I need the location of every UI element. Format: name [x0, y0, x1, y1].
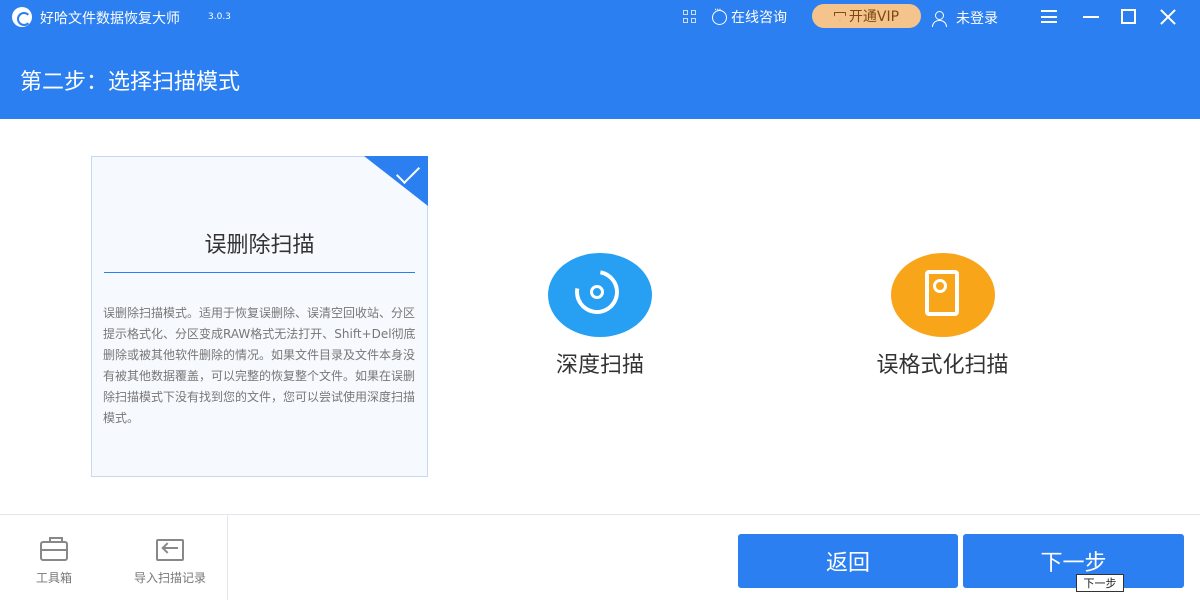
toolbox-button[interactable]: 工具箱 [26, 537, 82, 586]
online-consult-button[interactable]: 在线咨询 [712, 5, 787, 26]
format-scan-icon [890, 253, 995, 337]
user-icon [932, 10, 947, 27]
deep-scan-label: 深度扫描 [555, 353, 644, 378]
next-button[interactable]: 下一步 [963, 534, 1184, 588]
format-scan-label: 误格式化扫描 [876, 353, 1009, 378]
minimize-icon[interactable] [1083, 16, 1099, 18]
diamond-icon [833, 11, 846, 21]
toolbox-label: 工具箱 [35, 571, 72, 585]
mode-card-description: 误删除扫描模式。适用于恢复误删除、误清空回收站、分区提示格式化、分区变成RAW格… [103, 306, 416, 425]
import-scan-record-button[interactable]: 导入扫描记录 [120, 537, 220, 586]
login-button[interactable]: 未登录 [932, 8, 998, 28]
footer-bar: 工具箱 导入扫描记录 返回 下一步 [0, 514, 1200, 600]
footer-divider [227, 515, 228, 600]
mode-card-title: 误删除扫描 [204, 233, 315, 258]
close-icon[interactable] [1159, 8, 1177, 26]
maximize-icon[interactable] [1121, 9, 1136, 24]
chat-icon [712, 5, 727, 25]
consult-label: 在线咨询 [731, 10, 787, 26]
mode-card-deleted-scan[interactable]: 误删除扫描 误删除扫描模式。适用于恢复误删除、误清空回收站、分区提示格式化、分区… [91, 156, 428, 477]
toolbox-icon [40, 537, 68, 561]
title-bar: 好哈文件数据恢复大师 3.0.3 在线咨询 开通VIP 未登录 [0, 0, 1200, 34]
grid-icon[interactable] [683, 10, 697, 24]
card-divider [104, 272, 415, 273]
step-header: 第二步：选择扫描模式 [0, 34, 1200, 119]
app-version: 3.0.3 [208, 12, 231, 22]
menu-icon[interactable] [1041, 10, 1057, 23]
deep-scan-icon [548, 253, 652, 337]
app-logo-icon [12, 7, 32, 27]
import-icon [156, 539, 184, 561]
step-title: 第二步：选择扫描模式 [20, 70, 241, 95]
selected-corner [364, 156, 428, 206]
vip-button[interactable]: 开通VIP [812, 4, 921, 28]
next-tooltip: 下一步 [1076, 574, 1124, 592]
app-name: 好哈文件数据恢复大师 [40, 11, 180, 27]
back-button[interactable]: 返回 [738, 534, 958, 588]
import-label: 导入扫描记录 [133, 571, 206, 585]
login-label: 未登录 [956, 11, 998, 27]
mode-option-format-scan[interactable]: 误格式化扫描 [840, 253, 1045, 379]
vip-label: 开通VIP [848, 9, 900, 25]
mode-option-deep-scan[interactable]: 深度扫描 [520, 253, 680, 379]
